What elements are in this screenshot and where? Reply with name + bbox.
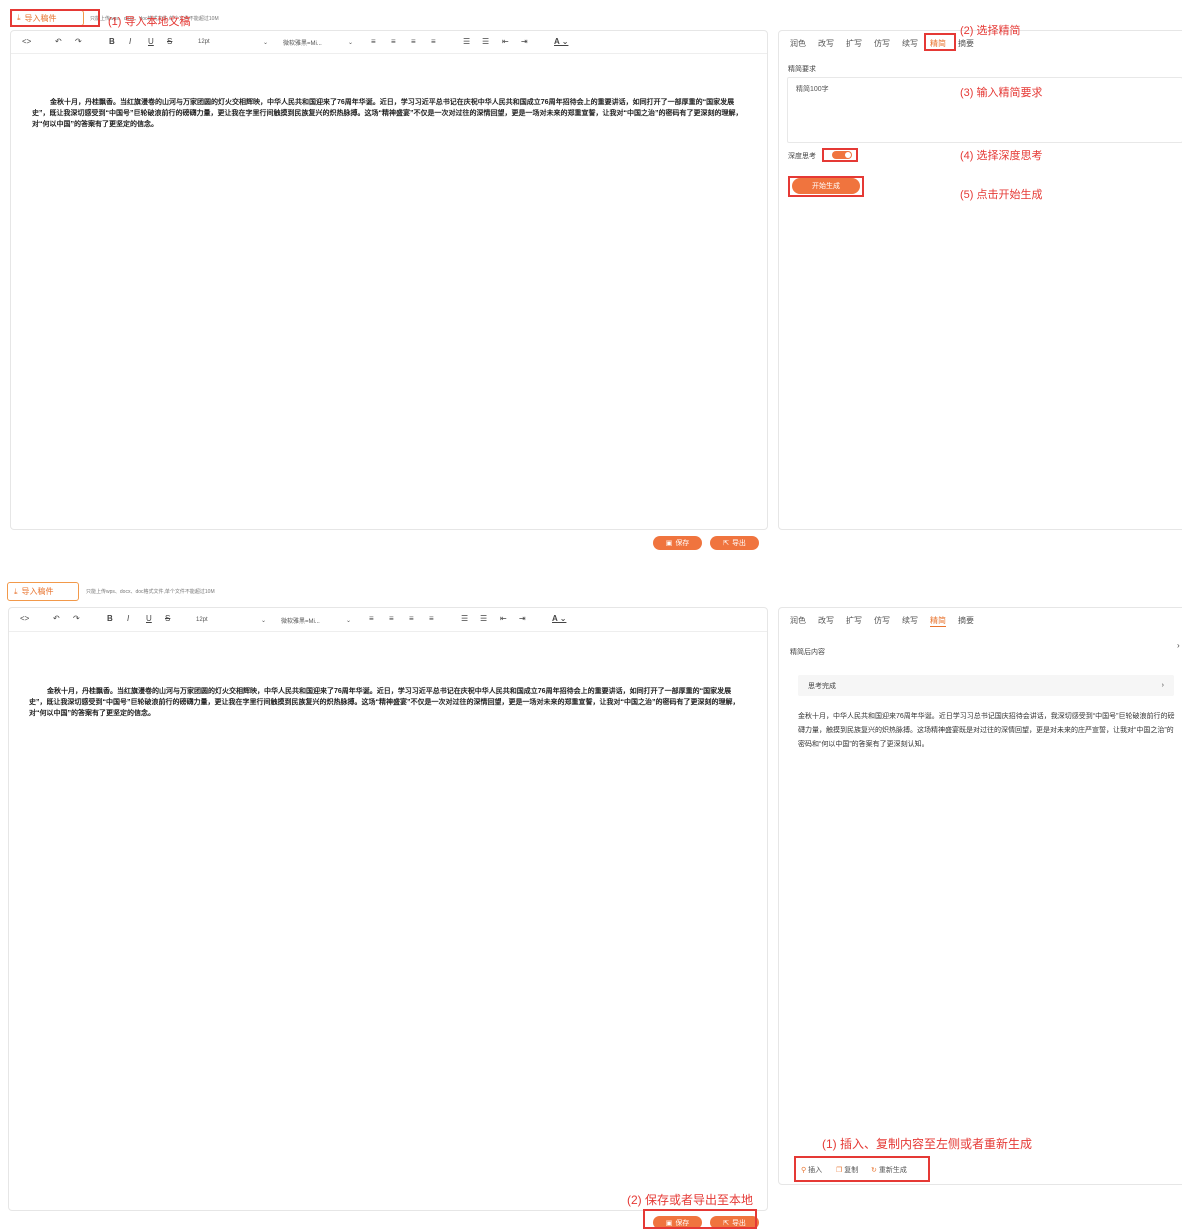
align-left-icon[interactable]: ≡ xyxy=(369,614,374,624)
tab-polish[interactable]: 润色 xyxy=(790,615,806,626)
deep-thinking-label: 深度思考 xyxy=(788,153,816,160)
thinking-status-row[interactable]: 思考完成 › xyxy=(798,675,1174,696)
annotation-save-export: (2) 保存或者导出至本地 xyxy=(627,1193,754,1207)
annotation-start-generate: (5) 点击开始生成 xyxy=(960,189,1043,201)
tab-condense[interactable]: 精简 xyxy=(930,615,946,627)
upload-hint: 只能上传wps、docx、doc格式文件,单个文件不能超过10M xyxy=(86,589,215,595)
italic-icon[interactable]: I xyxy=(129,37,131,47)
tab-summary[interactable]: 摘要 xyxy=(958,38,974,49)
tab-expand[interactable]: 扩写 xyxy=(846,615,862,626)
collapse-chevron-icon[interactable]: › xyxy=(1177,641,1180,651)
condensed-result-text: 金秋十月，中华人民共和国迎来76周年华诞。近日学习习总书记国庆招待会讲话，我深切… xyxy=(798,713,1175,748)
numbered-list-icon[interactable]: ☰ xyxy=(480,614,487,624)
annotation-box-condense-tab xyxy=(924,33,956,51)
font-color-icon[interactable]: A ⌄ xyxy=(554,37,568,47)
tab-imitate[interactable]: 仿写 xyxy=(874,38,890,49)
bullet-list-icon[interactable]: ☰ xyxy=(463,37,470,47)
chevron-down-icon: ⌄ xyxy=(260,617,266,624)
strikethrough-icon[interactable]: S xyxy=(165,614,170,624)
export-icon: ⇱ xyxy=(723,540,729,547)
font-family-select[interactable]: 微软雅黑=Mi... ⌄ xyxy=(281,615,351,625)
bullet-list-icon[interactable]: ☰ xyxy=(461,614,468,624)
annotation-box-generate xyxy=(788,176,864,197)
tab-continue[interactable]: 续写 xyxy=(902,615,918,626)
redo-icon[interactable]: ↷ xyxy=(73,614,80,624)
annotation-deep-thinking: (4) 选择深度思考 xyxy=(960,150,1043,162)
annotation-box-save-export xyxy=(643,1209,757,1229)
annotation-select-condense: (2) 选择精简 xyxy=(960,25,1021,37)
chevron-down-icon: ⌄ xyxy=(262,39,268,46)
document-body[interactable]: 金秋十月，丹桂飘香。当红旗漫卷的山河与万家团圆的灯火交相辉映，中华人民共和国迎来… xyxy=(29,686,743,719)
indent-icon[interactable]: ⇥ xyxy=(519,614,526,624)
annotation-box-toggle xyxy=(822,148,858,162)
tab-continue[interactable]: 续写 xyxy=(902,38,918,49)
undo-icon[interactable]: ↶ xyxy=(53,614,60,624)
code-view-icon[interactable]: <> xyxy=(22,37,31,47)
align-right-icon[interactable]: ≡ xyxy=(411,37,416,47)
align-justify-icon[interactable]: ≡ xyxy=(429,614,434,624)
strikethrough-icon[interactable]: S xyxy=(167,37,172,47)
chevron-down-icon: ⌄ xyxy=(345,617,351,624)
align-center-icon[interactable]: ≡ xyxy=(391,37,396,47)
tab-rewrite[interactable]: 改写 xyxy=(818,615,834,626)
align-left-icon[interactable]: ≡ xyxy=(371,37,376,47)
font-color-icon[interactable]: A ⌄ xyxy=(552,614,566,624)
tab-imitate[interactable]: 仿写 xyxy=(874,615,890,626)
undo-icon[interactable]: ↶ xyxy=(55,37,62,47)
italic-icon[interactable]: I xyxy=(127,614,129,624)
underline-icon[interactable]: U xyxy=(146,614,152,624)
font-size-select[interactable]: 12pt ⌄ xyxy=(198,37,268,47)
code-view-icon[interactable]: <> xyxy=(20,614,29,624)
save-icon: ▣ xyxy=(665,540,673,547)
outdent-icon[interactable]: ⇤ xyxy=(502,37,509,47)
font-size-select[interactable]: 12pt ⌄ xyxy=(196,615,266,625)
annotation-box-actions xyxy=(794,1156,930,1182)
toolbar-divider xyxy=(9,631,767,632)
document-body[interactable]: 金秋十月，丹桂飘香。当红旗漫卷的山河与万家团圆的灯火交相辉映，中华人民共和国迎来… xyxy=(32,97,744,130)
tab-rewrite[interactable]: 改写 xyxy=(818,38,834,49)
toolbar-divider xyxy=(11,53,767,54)
annotation-input-requirement: (3) 输入精简要求 xyxy=(960,87,1043,99)
bold-icon[interactable]: B xyxy=(109,37,115,47)
tab-expand[interactable]: 扩写 xyxy=(846,38,862,49)
font-family-select[interactable]: 微软雅黑=Mi... ⌄ xyxy=(283,37,353,47)
outdent-icon[interactable]: ⇤ xyxy=(500,614,507,624)
align-right-icon[interactable]: ≡ xyxy=(409,614,414,624)
indent-icon[interactable]: ⇥ xyxy=(521,37,528,47)
condensed-content-label: 精简后内容 xyxy=(790,649,825,656)
export-button[interactable]: ⇱ 导出 xyxy=(710,536,759,550)
tab-polish[interactable]: 润色 xyxy=(790,38,806,49)
redo-icon[interactable]: ↷ xyxy=(75,37,82,47)
chevron-right-icon: › xyxy=(1161,682,1164,689)
annotation-insert-copy: (1) 插入、复制内容至左侧或者重新生成 xyxy=(822,1137,1033,1151)
numbered-list-icon[interactable]: ☰ xyxy=(482,37,489,47)
align-justify-icon[interactable]: ≡ xyxy=(431,37,436,47)
chevron-down-icon: ⌄ xyxy=(347,39,353,46)
save-button[interactable]: ▣ 保存 xyxy=(653,536,702,550)
align-center-icon[interactable]: ≡ xyxy=(389,614,394,624)
import-manuscript-button[interactable]: ⤓ 导入稿件 xyxy=(7,582,79,601)
condense-requirement-label: 精简要求 xyxy=(788,66,816,73)
upload-icon: ⤓ xyxy=(14,586,18,596)
tab-summary[interactable]: 摘要 xyxy=(958,615,974,626)
bold-icon[interactable]: B xyxy=(107,614,113,624)
underline-icon[interactable]: U xyxy=(148,37,154,47)
annotation-box-import xyxy=(10,9,100,27)
annotation-import: (1) 导入本地文稿 xyxy=(108,16,191,28)
